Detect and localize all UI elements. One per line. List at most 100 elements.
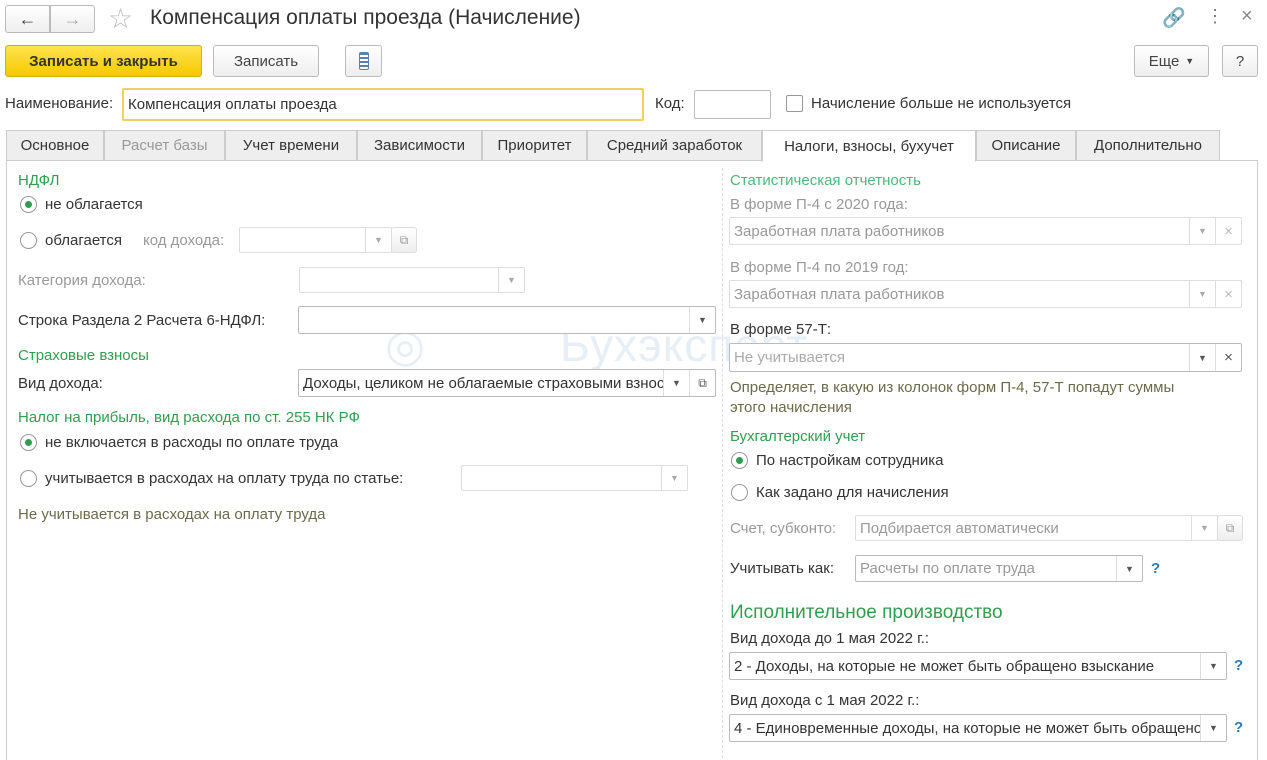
chevron-down-icon[interactable]: ▼ [365, 228, 391, 252]
more-button[interactable]: Еще ▼ [1134, 45, 1209, 77]
arrow-right-icon: → [63, 8, 82, 29]
p4-2020-label: В форме П-4 с 2020 года: [730, 196, 908, 213]
name-label: Наименование: [5, 95, 114, 112]
ndfl-title: НДФЛ [18, 172, 60, 189]
row6-select[interactable]: ▼ [298, 306, 716, 334]
account-select[interactable]: Подбирается автоматически ▼ [855, 515, 1218, 541]
tab-main[interactable]: Основное [6, 130, 104, 161]
tab-priority[interactable]: Приоритет [482, 130, 587, 161]
after-label: Вид дохода с 1 мая 2022 г.: [730, 692, 920, 709]
name-input[interactable]: Компенсация оплаты проезда [122, 88, 644, 121]
stat-title: Статистическая отчетность [730, 172, 921, 189]
by-employee-radio[interactable] [731, 452, 748, 469]
chevron-down-icon[interactable]: ▼ [1189, 218, 1215, 244]
count-as-select[interactable]: Расчеты по оплате труда ▼ [855, 555, 1143, 582]
before-label: Вид дохода до 1 мая 2022 г.: [730, 630, 930, 647]
p4-2020-select[interactable]: Заработная плата работников ▼ × [729, 217, 1242, 245]
not-taxed-label: не облагается [45, 196, 143, 213]
tab-time[interactable]: Учет времени [225, 130, 357, 161]
open-icon[interactable]: ⧉ [1217, 515, 1243, 541]
clear-icon[interactable]: × [1215, 218, 1241, 244]
more-label: Еще [1148, 52, 1180, 70]
forward-button[interactable]: → [50, 5, 95, 33]
as-set-radio[interactable] [731, 484, 748, 501]
income-code-label: код дохода: [143, 232, 225, 249]
as-set-label: Как задано для начисления [756, 484, 949, 501]
after-select[interactable]: 4 - Единовременные доходы, на которые не… [729, 714, 1227, 742]
stat-note-line1: Определяет, в какую из колонок форм П-4,… [730, 379, 1175, 396]
chevron-down-icon[interactable]: ▼ [1191, 516, 1217, 540]
save-close-button[interactable]: Записать и закрыть [5, 45, 202, 77]
help-icon[interactable]: ? [1234, 657, 1243, 674]
save-button[interactable]: Записать [213, 45, 319, 77]
income-code-select[interactable]: ▼ [239, 227, 392, 253]
not-included-radio[interactable] [20, 434, 37, 451]
income-type-select[interactable]: Доходы, целиком не облагаемые страховыми… [298, 369, 716, 397]
open-icon[interactable]: ⧉ [391, 227, 417, 253]
arrow-left-icon: ← [18, 8, 37, 29]
back-button[interactable]: ← [5, 5, 50, 33]
tab-base-calc[interactable]: Расчет базы [104, 130, 225, 161]
profit-title: Налог на прибыль, вид расхода по ст. 255… [18, 409, 360, 426]
stat-note-line2: этого начисления [730, 399, 852, 416]
help-icon[interactable]: ? [1234, 719, 1243, 736]
star-icon[interactable]: ☆ [108, 2, 133, 35]
taxed-label: облагается [45, 232, 123, 249]
before-select[interactable]: 2 - Доходы, на которые не может быть обр… [729, 652, 1227, 680]
account-label: Счет, субконто: [730, 520, 837, 537]
close-icon[interactable]: × [1241, 5, 1253, 28]
window-title: Компенсация оплаты проезда (Начисление) [150, 6, 581, 29]
tab-average-earnings[interactable]: Средний заработок [587, 130, 762, 161]
category-select[interactable]: ▼ [299, 267, 525, 293]
income-type-label: Вид дохода: [18, 375, 103, 392]
after-value: 4 - Единовременные доходы, на которые не… [734, 719, 1200, 737]
list-icon [358, 52, 369, 70]
chevron-down-icon[interactable]: ▼ [1200, 715, 1226, 741]
help-button[interactable]: ? [1222, 45, 1258, 77]
chevron-down-icon[interactable]: ▼ [1189, 344, 1215, 371]
help-icon[interactable]: ? [1151, 560, 1160, 577]
unused-checkbox[interactable] [786, 95, 803, 112]
f57-label: В форме 57-Т: [730, 321, 832, 338]
insurance-title: Страховые взносы [18, 347, 149, 364]
account-value: Подбирается автоматически [860, 519, 1059, 537]
clear-icon[interactable]: × [1215, 281, 1241, 307]
chevron-down-icon[interactable]: ▼ [1189, 281, 1215, 307]
not-taxed-radio[interactable] [20, 196, 37, 213]
article-select[interactable]: ▼ [461, 465, 688, 491]
chevron-down-icon[interactable]: ▼ [498, 268, 524, 292]
f57-select[interactable]: Не учитывается ▼ × [729, 343, 1242, 372]
taxed-radio[interactable] [20, 232, 37, 249]
open-icon[interactable]: ⧉ [689, 370, 715, 396]
chevron-down-icon[interactable]: ▼ [661, 466, 687, 490]
acc-title: Бухгалтерский учет [730, 428, 866, 445]
tab-additional[interactable]: Дополнительно [1076, 130, 1220, 161]
chevron-down-icon: ▼ [1185, 56, 1195, 66]
included-radio[interactable] [20, 470, 37, 487]
category-label: Категория дохода: [18, 272, 146, 289]
count-as-value: Расчеты по оплате труда [860, 560, 1035, 577]
not-included-label: не включается в расходы по оплате труда [45, 434, 339, 451]
by-employee-label: По настройкам сотрудника [756, 452, 944, 469]
chevron-down-icon[interactable]: ▼ [689, 307, 715, 333]
chevron-down-icon[interactable]: ▼ [1116, 556, 1142, 581]
code-label: Код: [655, 95, 685, 112]
income-type-value: Доходы, целиком не облагаемые страховыми… [303, 374, 663, 392]
name-value: Компенсация оплаты проезда [128, 96, 337, 113]
chevron-down-icon[interactable]: ▼ [663, 370, 689, 396]
link-icon[interactable]: 🔗 [1162, 6, 1186, 30]
unused-label: Начисление больше не используется [811, 95, 1072, 112]
f57-placeholder: Не учитывается [734, 349, 845, 366]
code-input[interactable] [694, 90, 771, 119]
document-list-button[interactable] [345, 45, 382, 77]
tab-dependencies[interactable]: Зависимости [357, 130, 482, 161]
p4-2019-select[interactable]: Заработная плата работников ▼ × [729, 280, 1242, 308]
tab-taxes[interactable]: Налоги, взносы, бухучет [762, 130, 976, 162]
p4-2019-label: В форме П-4 по 2019 год: [730, 259, 909, 276]
column-divider [722, 168, 723, 758]
tab-description[interactable]: Описание [976, 130, 1076, 161]
more-vert-icon[interactable]: ⋮ [1206, 6, 1224, 27]
clear-icon[interactable]: × [1215, 344, 1241, 371]
p4-2020-value: Заработная плата работников [734, 222, 945, 240]
chevron-down-icon[interactable]: ▼ [1200, 653, 1226, 679]
